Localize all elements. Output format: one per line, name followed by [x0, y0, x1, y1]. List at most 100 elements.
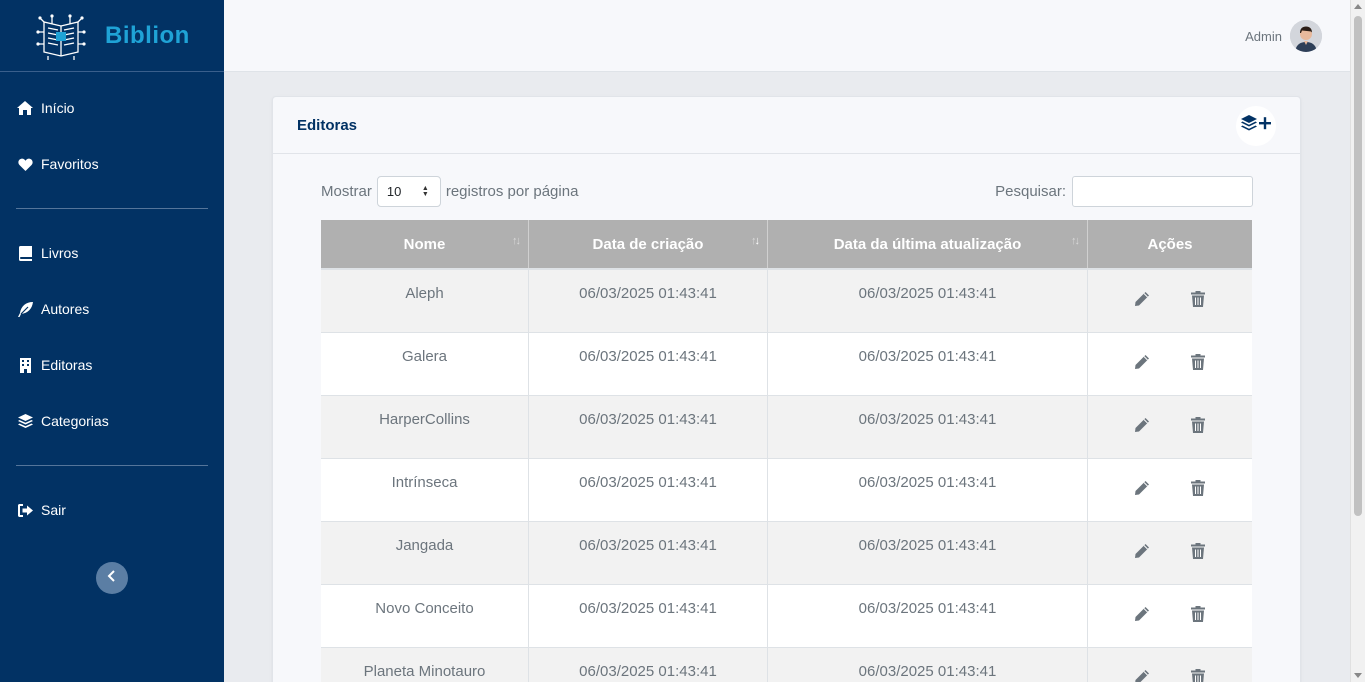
cell-data-atualizacao: 06/03/2025 01:43:41: [768, 270, 1088, 332]
cell-acoes: [1088, 333, 1252, 395]
table-header: Nome ↑↓ Data de criação ↑↓ Data da últim…: [321, 220, 1252, 270]
delete-trash-icon[interactable]: [1189, 542, 1207, 560]
sidebar-divider: [16, 208, 208, 209]
page-size-select[interactable]: 10 ▲ ▼: [376, 175, 441, 207]
brand[interactable]: Biblion: [0, 0, 224, 72]
edit-pencil-icon[interactable]: [1133, 542, 1151, 560]
page-size-control: Mostrar 10 ▲ ▼ registros por página: [321, 175, 578, 207]
cell-nome: HarperCollins: [321, 396, 529, 458]
sidebar-item-categorias[interactable]: Categorias: [0, 401, 224, 441]
table-row: Planeta Minotauro 06/03/2025 01:43:41 06/0…: [321, 648, 1252, 682]
scroll-down-icon[interactable]: [1354, 673, 1362, 678]
page-title: Editoras: [297, 116, 358, 134]
page-size-value: 10: [386, 183, 402, 199]
cell-nome: Intrínseca: [321, 459, 529, 521]
sidebar-divider: [16, 465, 208, 466]
cell-nome: Planeta Minotauro: [321, 648, 529, 682]
cell-acoes: [1088, 459, 1252, 521]
sort-desc-icon: ↑↓: [751, 235, 760, 247]
show-prefix: Mostrar: [321, 182, 372, 200]
cell-acoes: [1088, 270, 1252, 332]
book-icon: [17, 245, 33, 261]
column-label: Data de criação: [592, 235, 704, 253]
delete-trash-icon[interactable]: [1189, 668, 1207, 682]
sign-out-icon: [17, 502, 33, 518]
cell-acoes: [1088, 522, 1252, 584]
cell-data-criacao: 06/03/2025 01:43:41: [529, 333, 768, 395]
cell-data-atualizacao: 06/03/2025 01:43:41: [768, 396, 1088, 458]
table-row: Jangada 06/03/2025 01:43:41 06/03/2025 01:…: [321, 522, 1252, 585]
cell-nome: Aleph: [321, 270, 529, 332]
delete-trash-icon[interactable]: [1189, 353, 1207, 371]
sidebar-item-livros[interactable]: Livros: [0, 233, 224, 273]
search-label: Pesquisar:: [995, 182, 1066, 200]
delete-trash-icon[interactable]: [1189, 416, 1207, 434]
sidebar-item-label: Categorias: [41, 413, 109, 429]
card-header: Editoras: [273, 97, 1300, 154]
sidebar-item-sair[interactable]: Sair: [0, 490, 224, 530]
delete-trash-icon[interactable]: [1189, 605, 1207, 623]
cell-data-atualizacao: 06/03/2025 01:43:41: [768, 585, 1088, 647]
edit-pencil-icon[interactable]: [1133, 416, 1151, 434]
search-control: Pesquisar:: [995, 175, 1253, 207]
layers-icon: [17, 413, 33, 429]
show-suffix: registros por página: [445, 182, 579, 200]
building-icon: [17, 357, 33, 373]
table-row: HarperCollins 06/03/2025 01:43:41 06/03/20…: [321, 396, 1252, 459]
edit-pencil-icon[interactable]: [1133, 605, 1151, 623]
scroll-thumb[interactable]: [1354, 16, 1362, 516]
cell-data-criacao: 06/03/2025 01:43:41: [529, 648, 768, 682]
scroll-up-icon[interactable]: [1354, 4, 1362, 9]
cell-nome: Galera: [321, 333, 529, 395]
cell-data-criacao: 06/03/2025 01:43:41: [529, 396, 768, 458]
edit-pencil-icon[interactable]: [1133, 290, 1151, 308]
column-label: Data da última atualização: [833, 235, 1022, 253]
page-scrollbar[interactable]: [1350, 0, 1365, 682]
edit-pencil-icon[interactable]: [1133, 353, 1151, 371]
user-menu[interactable]: Admin: [1245, 20, 1322, 52]
cell-acoes: [1088, 648, 1252, 682]
feather-icon: [17, 301, 33, 317]
table-body: Aleph 06/03/2025 01:43:41 06/03/2025 01:43…: [321, 270, 1252, 682]
sidebar-item-editoras[interactable]: Editoras: [0, 345, 224, 385]
sidebar-item-label: Livros: [41, 245, 79, 261]
cell-data-criacao: 06/03/2025 01:43:41: [529, 522, 768, 584]
sidebar-item-label: Favoritos: [41, 156, 99, 172]
user-name: Admin: [1245, 28, 1282, 44]
sidebar-collapse-button[interactable]: [96, 562, 128, 594]
sidebar-item-autores[interactable]: Autores: [0, 289, 224, 329]
column-header-acoes: Ações: [1088, 220, 1252, 268]
sidebar-item-label: Sair: [41, 502, 66, 518]
cell-data-atualizacao: 06/03/2025 01:43:41: [768, 522, 1088, 584]
editoras-card: Editoras Mostrar 10 ▲ ▼ registros por pág…: [272, 96, 1301, 682]
chevron-left-icon: [107, 569, 117, 587]
sidebar-item-favoritos[interactable]: Favoritos: [0, 144, 224, 184]
cell-data-criacao: 06/03/2025 01:43:41: [529, 270, 768, 332]
edit-pencil-icon[interactable]: [1133, 479, 1151, 497]
cell-nome: Jangada: [321, 522, 529, 584]
topbar: Admin: [224, 0, 1350, 72]
table-controls: Mostrar 10 ▲ ▼ registros por página Pesqu…: [321, 175, 1253, 207]
column-header-nome[interactable]: Nome ↑↓: [321, 220, 529, 268]
cell-data-atualizacao: 06/03/2025 01:43:41: [768, 459, 1088, 521]
column-label: Nome: [403, 235, 446, 253]
table-row: Aleph 06/03/2025 01:43:41 06/03/2025 01:43…: [321, 270, 1252, 333]
add-editora-button[interactable]: [1236, 106, 1276, 146]
select-arrows-icon: ▲ ▼: [421, 184, 429, 198]
column-header-data-criacao[interactable]: Data de criação ↑↓: [529, 220, 768, 268]
sidebar-item-inicio[interactable]: Início: [0, 88, 224, 128]
sort-icon: ↑↓: [1071, 235, 1080, 247]
biblion-logo-icon: [34, 12, 88, 60]
column-header-data-atualizacao[interactable]: Data da última atualização ↑↓: [768, 220, 1088, 268]
avatar[interactable]: [1290, 20, 1322, 52]
table-row: Galera 06/03/2025 01:43:41 06/03/2025 01:4…: [321, 333, 1252, 396]
delete-trash-icon[interactable]: [1189, 290, 1207, 308]
search-input[interactable]: [1072, 175, 1253, 207]
heart-icon: [17, 156, 33, 172]
sidebar-item-label: Autores: [41, 301, 90, 317]
edit-pencil-icon[interactable]: [1133, 668, 1151, 682]
sidebar-item-label: Editoras: [41, 357, 93, 373]
delete-trash-icon[interactable]: [1189, 479, 1207, 497]
home-icon: [17, 100, 33, 116]
sidebar-item-label: Início: [41, 100, 75, 116]
